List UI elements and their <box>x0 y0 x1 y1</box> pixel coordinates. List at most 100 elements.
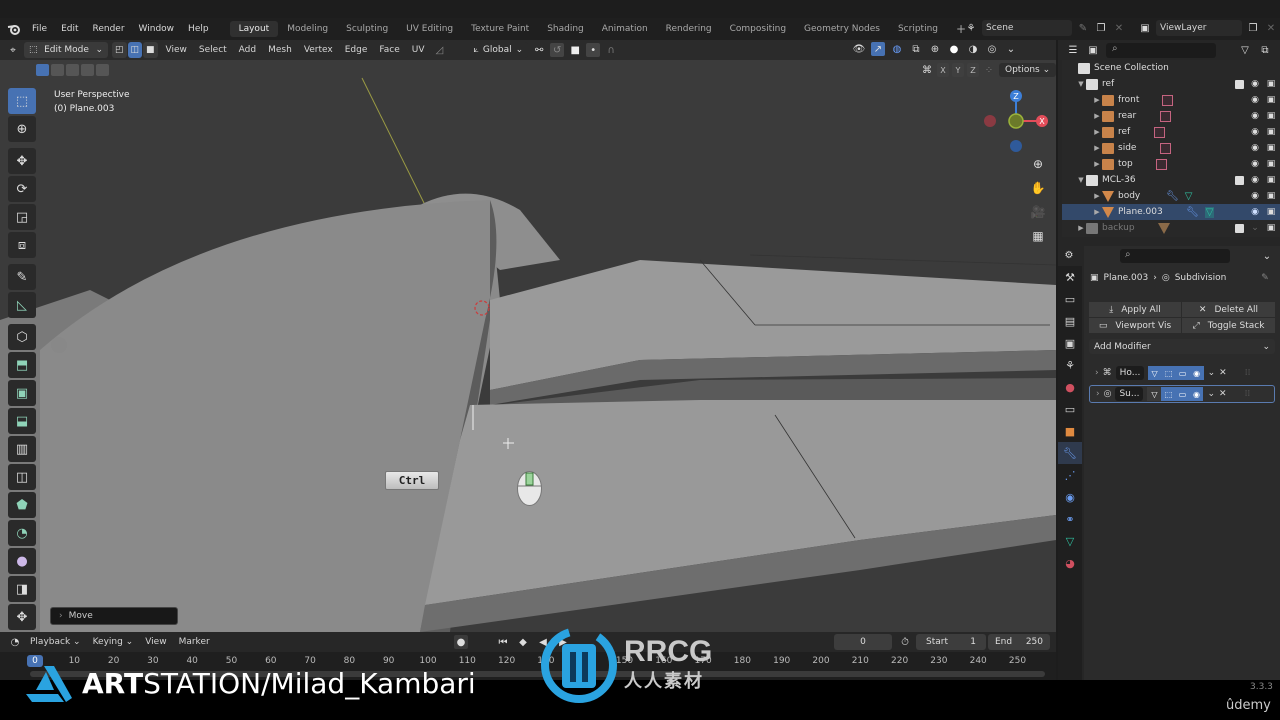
select-extend-button[interactable] <box>51 64 64 76</box>
viewlayer-icon[interactable]: ▣ <box>1138 21 1152 35</box>
select-invert-button[interactable] <box>81 64 94 76</box>
mode-dropdown[interactable]: ⬚ Edit Mode ⌄ <box>24 42 108 58</box>
close-icon[interactable]: ✕ <box>1219 389 1227 399</box>
select-new-button[interactable] <box>36 64 49 76</box>
inset-tool[interactable]: ▣ <box>8 380 36 406</box>
modifier-name-field[interactable]: Su... <box>1115 387 1144 401</box>
tool-tab[interactable]: ⚒ <box>1058 266 1082 288</box>
view-layer-tab[interactable]: ▣ <box>1058 332 1082 354</box>
camera-icon[interactable]: ▣ <box>1266 95 1276 105</box>
new-collection-icon[interactable]: ⧉ <box>1258 43 1272 57</box>
falloff-icon[interactable]: ∩ <box>604 43 618 57</box>
tab-layout[interactable]: Layout <box>229 21 279 37</box>
visibility-icon[interactable]: 👁 <box>852 42 866 56</box>
delete-viewlayer-icon[interactable]: ✕ <box>1264 21 1278 35</box>
scale-tool[interactable]: ◲ <box>8 204 36 230</box>
camera-view-icon[interactable]: 🎥 <box>1028 202 1048 222</box>
snap-icon[interactable]: ↺ <box>550 43 565 57</box>
tab-shading[interactable]: Shading <box>538 21 593 37</box>
expand-arrow-icon[interactable]: ▶ <box>1092 192 1102 200</box>
outliner-row[interactable]: ▼ MCL-36 ◉ ▣ <box>1062 172 1280 188</box>
particles-tab[interactable]: ⋰ <box>1058 464 1082 486</box>
select-intersect-button[interactable] <box>96 64 109 76</box>
outliner-row-selected[interactable]: ▶ Plane.003 🔧︎ ▽ ◉ ▣ <box>1062 204 1280 220</box>
camera-icon[interactable]: ▣ <box>1266 191 1276 201</box>
collection-tab[interactable]: ▭ <box>1058 398 1082 420</box>
face-select-button[interactable]: ■ <box>143 42 158 58</box>
eye-icon[interactable]: ◉ <box>1250 207 1260 217</box>
zoom-icon[interactable]: ⊕ <box>1028 154 1048 174</box>
stopwatch-icon[interactable]: ⏱ <box>898 635 912 649</box>
eye-icon[interactable]: ◉ <box>1250 127 1260 137</box>
tab-texture-paint[interactable]: Texture Paint <box>462 21 538 37</box>
drag-handle-icon[interactable]: ⁞⁞ <box>1245 389 1251 399</box>
modifier-wrench-icon[interactable]: 🔧︎ <box>1166 191 1179 202</box>
object-tab[interactable]: ■ <box>1058 420 1082 442</box>
render-toggle[interactable]: ◉ <box>1189 366 1204 380</box>
poly-build-tool[interactable]: ⬟ <box>8 492 36 518</box>
eye-icon[interactable]: ◉ <box>1250 79 1260 89</box>
prev-keyframe-icon[interactable]: ◆ <box>516 635 530 649</box>
modifier-wrench-icon[interactable]: 🔧︎ <box>1186 207 1199 218</box>
viewport-vis-button[interactable]: ▭ Viewport Vis <box>1089 318 1181 333</box>
select-subtract-button[interactable] <box>66 64 79 76</box>
pin-icon[interactable]: ✎ <box>1261 273 1269 283</box>
close-icon[interactable]: ✕ <box>1219 368 1227 378</box>
edge-select-button[interactable]: ◫ <box>127 42 143 58</box>
last-operator-panel[interactable]: › Move <box>50 607 178 625</box>
camera-icon[interactable]: ▣ <box>1266 223 1276 233</box>
extrude-tool[interactable]: ⬒ <box>8 352 36 378</box>
start-frame-field[interactable]: Start 1 <box>916 634 986 650</box>
mirror-z-toggle[interactable]: Z <box>967 63 979 77</box>
transform-orientation-dropdown[interactable]: ⟀ Global ⌄ <box>468 42 529 58</box>
menu-help[interactable]: Help <box>181 24 216 34</box>
outliner-row[interactable]: ▶ side ◉ ▣ <box>1062 140 1280 156</box>
camera-icon[interactable]: ▣ <box>1266 127 1276 137</box>
menu-select[interactable]: Select <box>195 45 231 55</box>
exclude-checkbox[interactable] <box>1235 175 1244 185</box>
navigation-gizmo[interactable]: Z X <box>980 88 1050 156</box>
expand-arrow-icon[interactable]: ▶ <box>1092 160 1102 168</box>
camera-icon[interactable]: ▣ <box>1266 143 1276 153</box>
uv-sync-icon[interactable]: ◿ <box>433 43 447 57</box>
transform-tool[interactable]: ⧈ <box>8 232 36 258</box>
modifier-tab[interactable]: 🔧︎ <box>1058 442 1082 464</box>
spin-tool[interactable]: ◔ <box>8 520 36 546</box>
expand-arrow-icon[interactable]: ▼ <box>1076 80 1086 88</box>
outliner-row[interactable]: ▶ rear ◉ ▣ <box>1062 108 1280 124</box>
tab-sculpting[interactable]: Sculpting <box>337 21 397 37</box>
new-viewlayer-icon[interactable]: ❐ <box>1246 21 1260 35</box>
on-cage-toggle[interactable]: ▽ <box>1147 387 1162 401</box>
expand-arrow-icon[interactable]: ▶ <box>1092 96 1102 104</box>
menu-face[interactable]: Face <box>375 45 403 55</box>
expand-arrow-icon[interactable]: ▶ <box>1076 224 1086 232</box>
menu-uv[interactable]: UV <box>408 45 429 55</box>
render-tab[interactable]: ▭ <box>1058 288 1082 310</box>
add-modifier-dropdown[interactable]: Add Modifier ⌄ <box>1089 339 1275 354</box>
expand-arrow-icon[interactable]: ▶ <box>1092 144 1102 152</box>
shrink-fatten-tool[interactable]: ✥ <box>8 604 36 630</box>
camera-icon[interactable]: ▣ <box>1266 207 1276 217</box>
loop-cut-tool[interactable]: ▥ <box>8 436 36 462</box>
mesh-data-icon[interactable]: ▽ <box>1185 191 1193 202</box>
menu-view[interactable]: View <box>141 637 170 647</box>
tab-geometry-nodes[interactable]: Geometry Nodes <box>795 21 889 37</box>
scene-tab[interactable]: ⚘ <box>1058 354 1082 376</box>
annotate-tool[interactable]: ✎ <box>8 264 36 290</box>
add-cube-tool[interactable]: ⬡ <box>8 324 36 350</box>
pin-icon[interactable]: ✎ <box>1076 21 1090 35</box>
display-mode-icon[interactable]: ▣ <box>1086 43 1100 57</box>
menu-edge[interactable]: Edge <box>341 45 372 55</box>
menu-playback[interactable]: Playback ⌄ <box>26 637 85 647</box>
outliner-search-input[interactable]: ⌕ <box>1106 42 1216 58</box>
filter-icon[interactable]: ▽ <box>1238 43 1252 57</box>
knife-tool[interactable]: ◫ <box>8 464 36 490</box>
outliner-row[interactable]: ▶ ref ◉ ▣ <box>1062 124 1280 140</box>
menu-mesh[interactable]: Mesh <box>264 45 296 55</box>
chevron-right-icon[interactable]: › <box>1095 368 1099 378</box>
menu-view[interactable]: View <box>162 45 191 55</box>
eye-icon[interactable]: ◉ <box>1250 143 1260 153</box>
outliner-row[interactable]: ▼ ref ◉ ▣ <box>1062 76 1280 92</box>
menu-keying[interactable]: Keying ⌄ <box>89 637 138 647</box>
eye-icon[interactable]: ◉ <box>1250 95 1260 105</box>
